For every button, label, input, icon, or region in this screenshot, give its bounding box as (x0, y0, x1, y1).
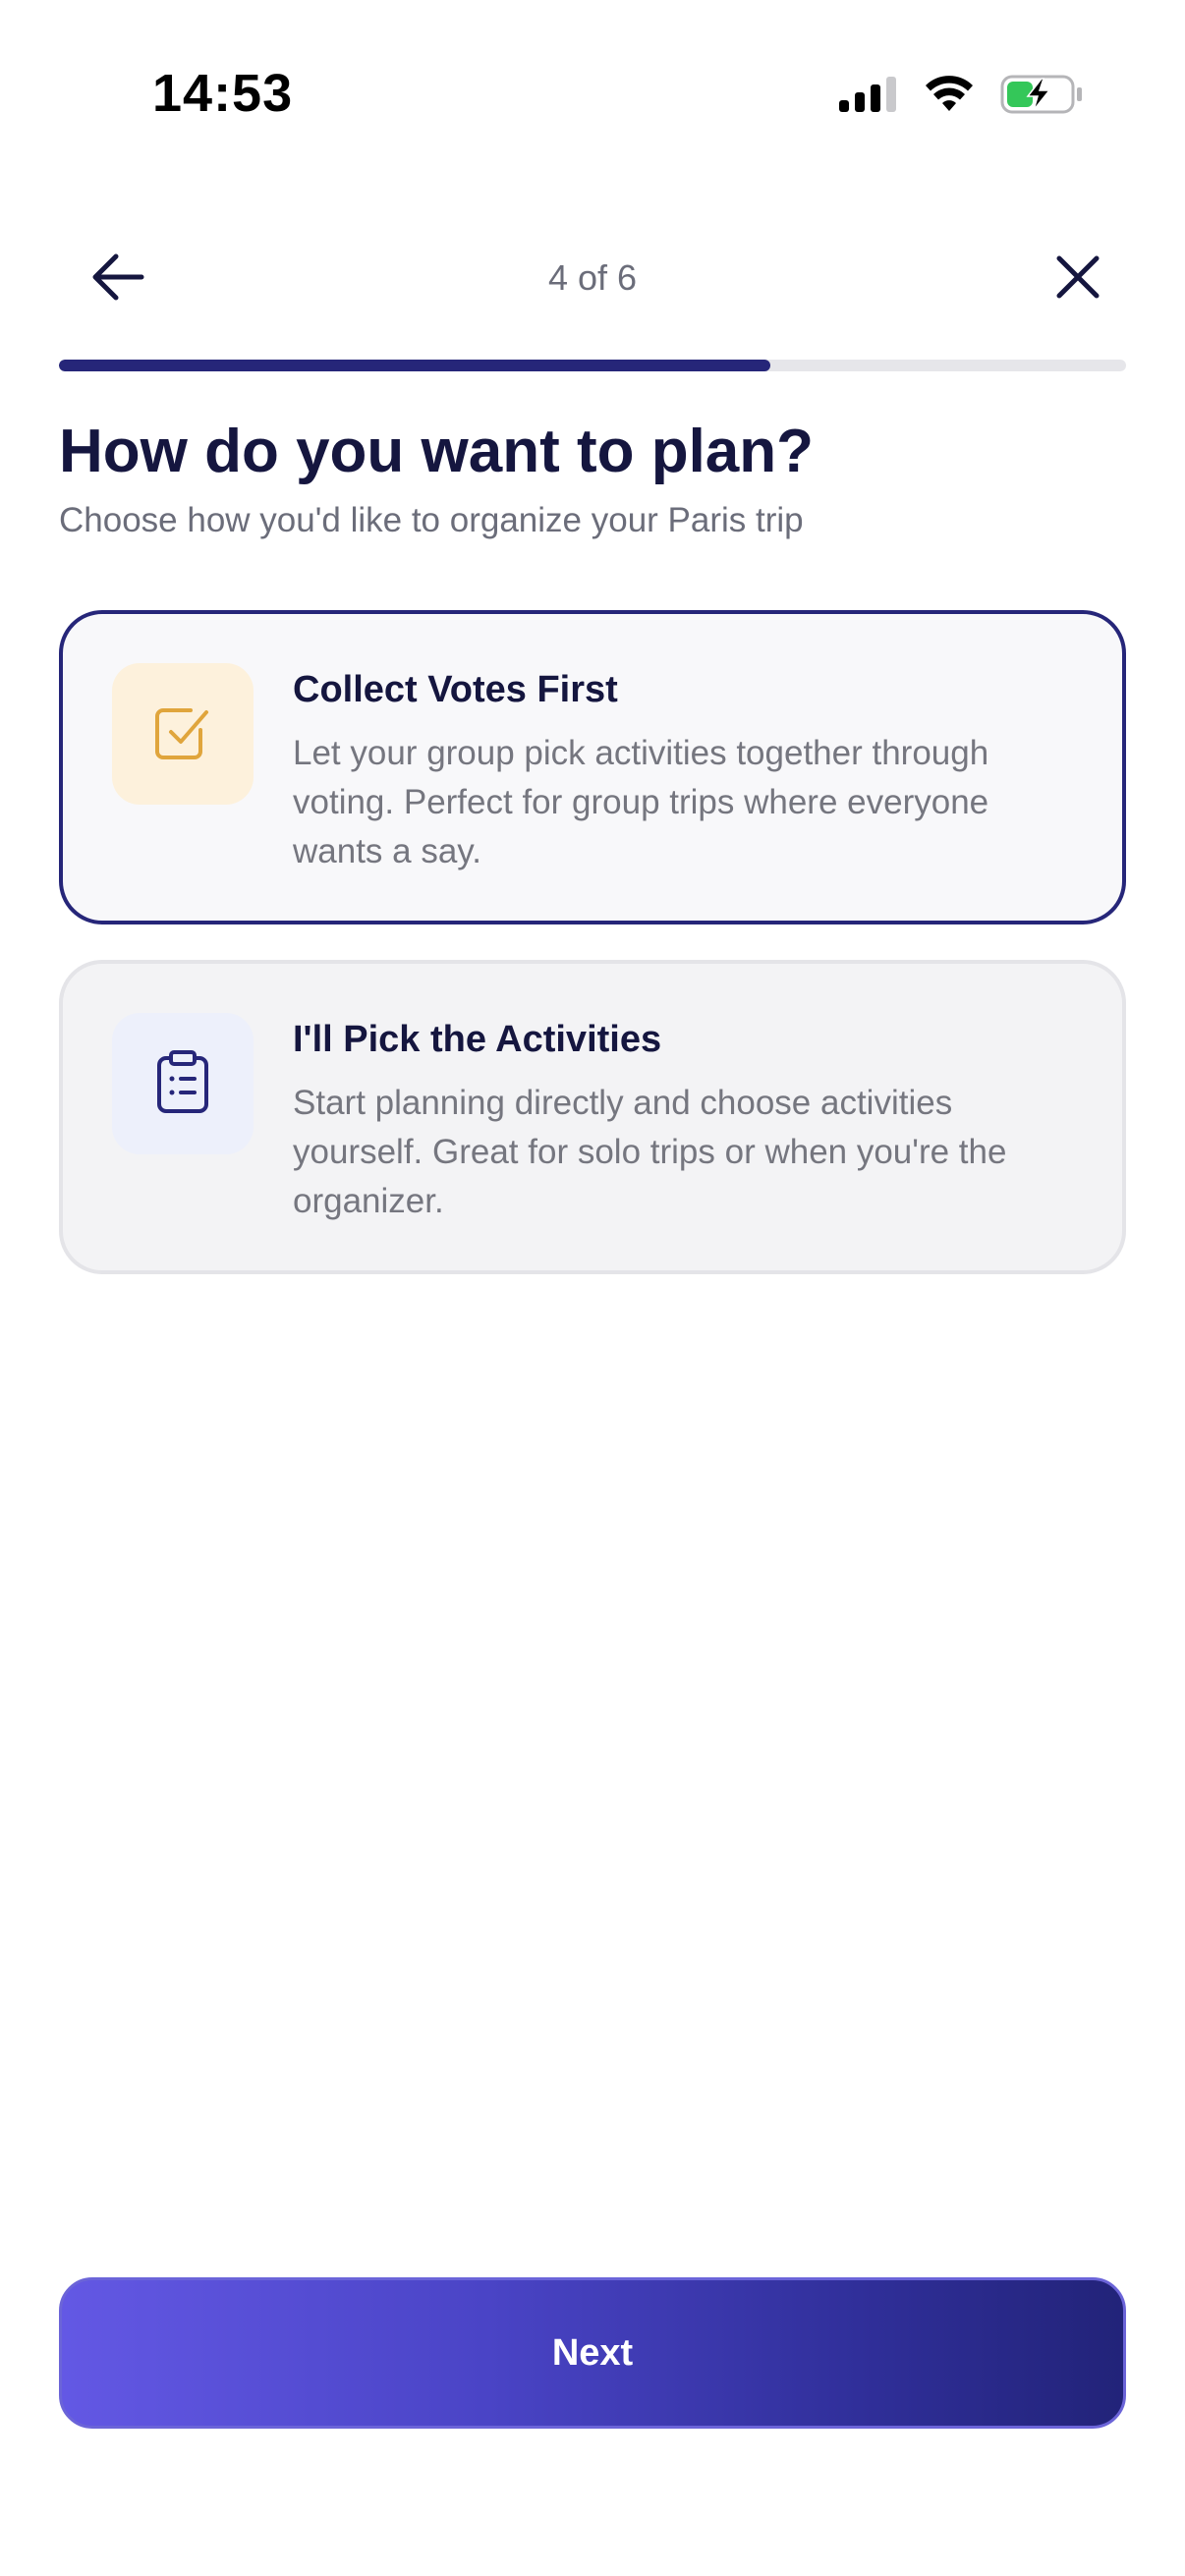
checkbox-icon (151, 700, 214, 768)
option-icon-box (112, 663, 254, 805)
option-pick-activities-card[interactable]: I'll Pick the Activities Start planning … (59, 960, 1126, 1274)
status-icons (839, 75, 1083, 114)
page-subtitle: Choose how you'd like to organize your P… (59, 501, 804, 539)
clipboard-list-icon (153, 1048, 212, 1120)
next-button[interactable]: Next (59, 2277, 1126, 2429)
option-collect-votes-card[interactable]: Collect Votes First Let your group pick … (59, 610, 1126, 924)
option-description: Let your group pick activities together … (293, 734, 989, 870)
wifi-icon (924, 76, 975, 113)
step-indicator: 4 of 6 (547, 257, 638, 298)
status-time: 14:53 (152, 64, 294, 123)
close-icon (1054, 253, 1101, 306)
option-text: I'll Pick the Activities Start planning … (293, 1019, 1063, 1226)
header: 4 of 6 (59, 236, 1126, 324)
option-title: Collect Votes First (293, 669, 618, 710)
progress-fill (59, 360, 771, 371)
option-icon-box (112, 1013, 254, 1154)
option-title: I'll Pick the Activities (293, 1019, 662, 1060)
cellular-signal-icon (839, 77, 898, 112)
progress-bar (59, 360, 1126, 371)
close-button[interactable] (1044, 250, 1112, 308)
option-description: Start planning directly and choose activ… (293, 1084, 1007, 1220)
battery-charging-icon (1000, 75, 1083, 114)
option-text: Collect Votes First Let your group pick … (293, 669, 1063, 876)
page-title: How do you want to plan? (59, 418, 815, 485)
status-bar: 14:53 (0, 0, 1185, 187)
